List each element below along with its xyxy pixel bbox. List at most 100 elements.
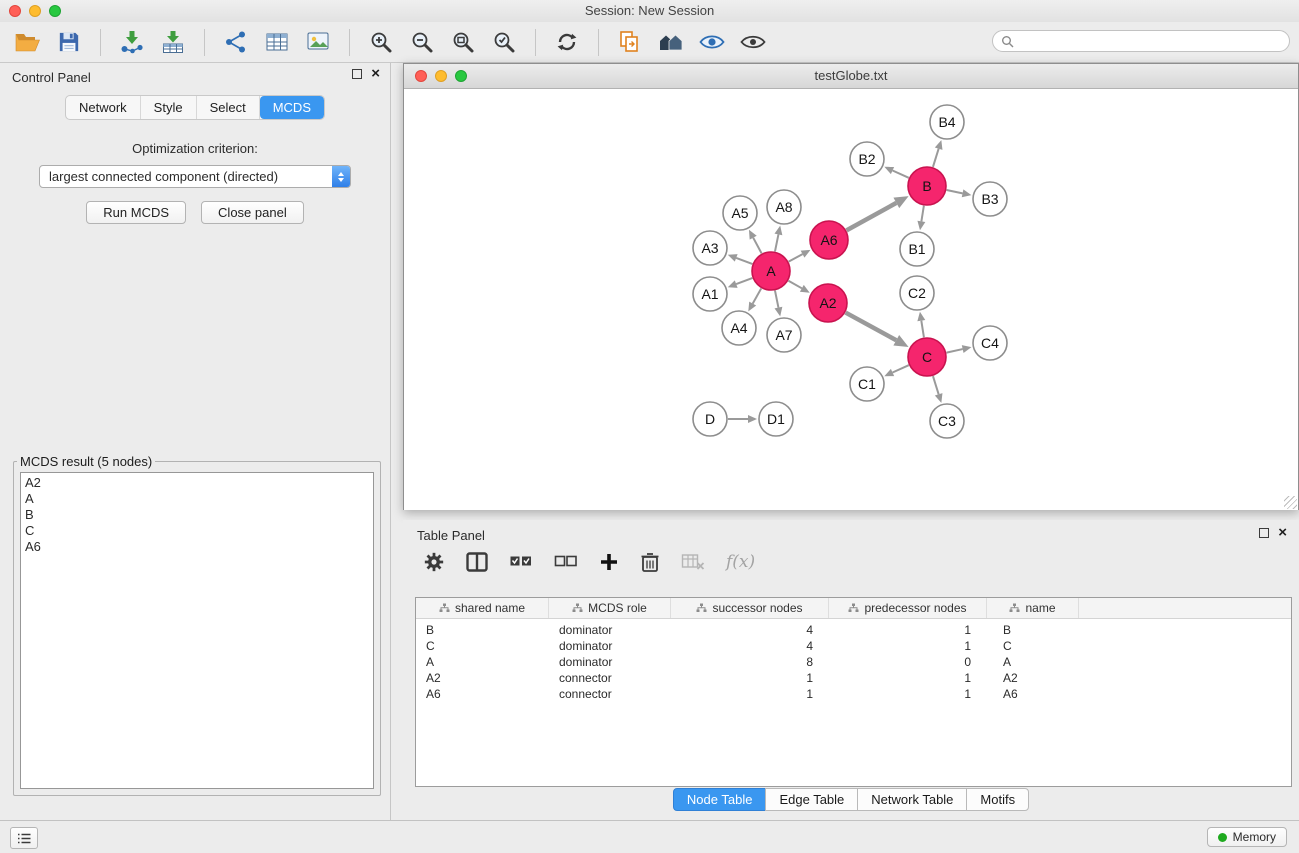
table-cell[interactable]: dominator [549,654,671,670]
tab-mcds[interactable]: MCDS [260,96,324,119]
table-cell[interactable]: dominator [549,638,671,654]
graph-edge-A6-B[interactable] [847,203,897,230]
column-header-name[interactable]: name [987,598,1079,618]
table-cell[interactable]: C [987,638,1079,654]
table-cell[interactable]: C [416,638,549,654]
table-row[interactable]: Adominator80A [416,654,1291,670]
deselect-all-button[interactable] [554,552,578,572]
graph-edge-C-C4[interactable] [947,349,963,353]
table-cell[interactable]: connector [549,686,671,702]
tab-network[interactable]: Network [66,96,141,119]
float-table-panel-icon[interactable] [1259,528,1269,538]
table-cell[interactable]: B [987,622,1079,638]
mcds-result-item[interactable]: A6 [25,539,369,555]
open-session-button[interactable] [10,25,46,59]
import-table-button[interactable] [155,25,191,59]
select-all-button[interactable] [509,552,533,572]
show-columns-button[interactable] [466,552,488,572]
function-builder-button[interactable]: f(x) [726,552,755,572]
task-history-button[interactable] [10,827,38,849]
table-cell[interactable]: A [416,654,549,670]
add-column-button[interactable] [599,552,619,572]
network-canvas[interactable]: AA1A2A3A4A5A6A7A8BB1B2B3B4CC1C2C3C4DD1 [404,89,1298,510]
column-header-shared-name[interactable]: shared name [416,598,549,618]
table-cell[interactable]: dominator [549,622,671,638]
table-settings-button[interactable] [423,551,445,573]
table-cell[interactable]: A6 [987,686,1079,702]
home-button[interactable] [653,25,689,59]
table-cell[interactable]: connector [549,670,671,686]
graph-edge-B-B2[interactable] [893,170,909,177]
show-hide-button[interactable] [735,25,771,59]
tab-network-table[interactable]: Network Table [857,788,967,811]
search-box[interactable] [992,30,1290,52]
table-cell[interactable]: 8 [671,654,829,670]
graph-edge-C-C2[interactable] [921,321,924,338]
table-cell[interactable]: 0 [829,654,987,670]
mcds-result-item[interactable]: B [25,507,369,523]
mcds-result-item[interactable]: A [25,491,369,507]
table-cell[interactable]: A [987,654,1079,670]
refresh-button[interactable] [549,25,585,59]
network-graph[interactable]: AA1A2A3A4A5A6A7A8BB1B2B3B4CC1C2C3C4DD1 [404,89,1298,510]
tab-select[interactable]: Select [197,96,260,119]
table-cell[interactable]: 1 [829,686,987,702]
table-row[interactable]: Bdominator41B [416,622,1291,638]
run-mcds-button[interactable]: Run MCDS [86,201,186,224]
table-cell[interactable]: 1 [671,670,829,686]
criterion-dropdown[interactable]: largest connected component (directed) [39,165,351,188]
tab-style[interactable]: Style [141,96,197,119]
new-network-button[interactable] [218,25,254,59]
graph-edge-C-C3[interactable] [933,376,939,394]
delete-column-button[interactable] [640,551,660,573]
close-panel-icon[interactable]: × [371,68,380,80]
table-cell[interactable]: 4 [671,622,829,638]
zoom-in-button[interactable] [363,25,399,59]
mcds-result-list[interactable]: A2ABCA6 [20,472,374,789]
graph-edge-A-A2[interactable] [788,281,801,289]
graphics-details-button[interactable] [694,25,730,59]
mcds-result-item[interactable]: C [25,523,369,539]
tab-edge-table[interactable]: Edge Table [765,788,858,811]
close-table-panel-icon[interactable]: × [1278,527,1287,539]
table-cell[interactable]: B [416,622,549,638]
copy-button[interactable] [612,25,648,59]
table-cell[interactable]: 1 [829,622,987,638]
mcds-result-item[interactable]: A2 [25,475,369,491]
graph-edge-A-A7[interactable] [775,291,778,308]
graph-edge-B-B1[interactable] [921,206,923,222]
zoom-out-button[interactable] [404,25,440,59]
graph-edge-B-B3[interactable] [947,190,963,193]
graph-edge-A-A5[interactable] [753,238,761,254]
tab-node-table[interactable]: Node Table [673,788,767,811]
graph-edge-A2-C[interactable] [846,313,897,341]
column-header-successor-nodes[interactable]: successor nodes [671,598,829,618]
zoom-selected-button[interactable] [486,25,522,59]
search-input[interactable] [1018,32,1289,50]
column-header-mcds-role[interactable]: MCDS role [549,598,671,618]
table-row[interactable]: A6connector11A6 [416,686,1291,702]
delete-table-button[interactable] [681,552,705,572]
graph-edge-B-B4[interactable] [933,149,939,167]
table-row[interactable]: Cdominator41C [416,638,1291,654]
graph-edge-A-A6[interactable] [789,254,803,261]
column-header-predecessor-nodes[interactable]: predecessor nodes [829,598,987,618]
save-session-button[interactable] [51,25,87,59]
table-cell[interactable]: A2 [987,670,1079,686]
zoom-fit-button[interactable] [445,25,481,59]
graph-edge-A-A8[interactable] [775,234,778,251]
table-cell[interactable]: 1 [829,670,987,686]
table-cell[interactable]: A2 [416,670,549,686]
table-row[interactable]: A2connector11A2 [416,670,1291,686]
table-cell[interactable]: 4 [671,638,829,654]
graph-edge-A-A1[interactable] [736,278,752,284]
table-cell[interactable]: 1 [829,638,987,654]
table-cell[interactable]: 1 [671,686,829,702]
export-image-button[interactable] [300,25,336,59]
graph-edge-C-C1[interactable] [893,365,909,372]
tab-motifs[interactable]: Motifs [966,788,1029,811]
resize-grip-icon[interactable] [1284,496,1297,509]
close-panel-button[interactable]: Close panel [201,201,304,224]
graph-edge-A-A3[interactable] [736,258,752,264]
graph-edge-A-A4[interactable] [753,288,762,303]
